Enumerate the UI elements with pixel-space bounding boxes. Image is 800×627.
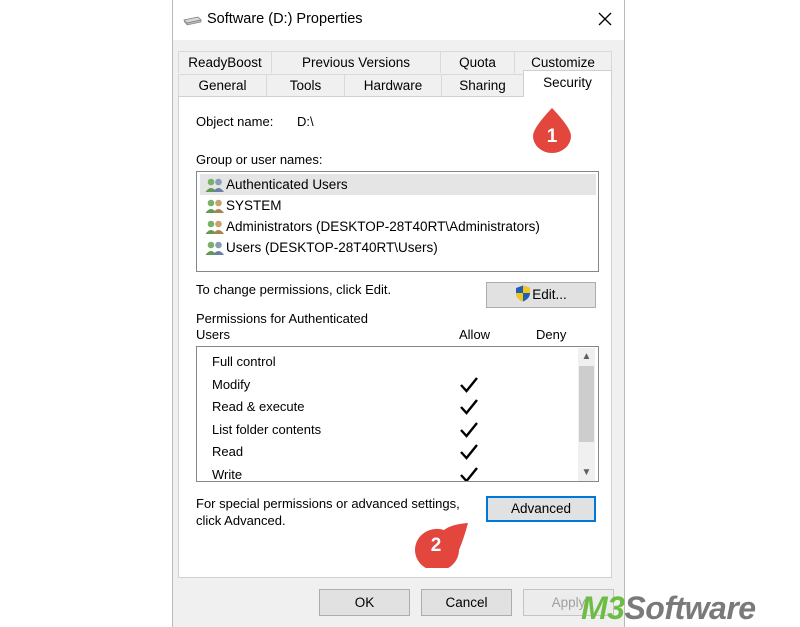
group-label: Group or user names: bbox=[196, 152, 323, 167]
permission-name: List folder contents bbox=[212, 422, 322, 437]
title-bar: Software (D:) Properties bbox=[173, 0, 624, 40]
user-item[interactable]: Administrators (DESKTOP-28T40RT\Administ… bbox=[200, 216, 596, 237]
marker-number: 1 bbox=[546, 126, 558, 147]
users-icon bbox=[205, 241, 224, 255]
security-panel: Object name: D:\ Group or user names: Au… bbox=[178, 96, 612, 578]
ok-button[interactable]: OK bbox=[319, 589, 410, 616]
tab-security[interactable]: Security bbox=[523, 70, 612, 97]
allow-check-icon bbox=[460, 377, 478, 393]
allow-check-icon bbox=[460, 467, 478, 481]
edit-label: Edit... bbox=[532, 287, 567, 302]
allow-check-icon bbox=[460, 399, 478, 415]
permissions-scrollbar[interactable]: ▲ ▼ bbox=[578, 348, 595, 481]
user-item[interactable]: Users (DESKTOP-28T40RT\Users) bbox=[200, 237, 596, 258]
tab-sharing[interactable]: Sharing bbox=[441, 74, 524, 96]
permissions-header-line1: Permissions for Authenticated bbox=[196, 311, 368, 326]
special-permissions-text-line2: click Advanced. bbox=[196, 513, 286, 528]
permission-name: Write bbox=[212, 467, 243, 482]
tab-hardware[interactable]: Hardware bbox=[344, 74, 442, 96]
close-icon bbox=[598, 12, 612, 26]
permission-name: Full control bbox=[212, 354, 276, 369]
window-title: Software (D:) Properties bbox=[207, 11, 363, 27]
allow-check-icon bbox=[460, 422, 478, 438]
users-icon bbox=[205, 199, 224, 213]
user-name: Administrators (DESKTOP-28T40RT\Administ… bbox=[226, 219, 540, 234]
uac-shield-icon bbox=[516, 285, 531, 302]
close-button[interactable] bbox=[593, 8, 617, 30]
tab-quota[interactable]: Quota bbox=[440, 51, 515, 73]
change-permissions-text: To change permissions, click Edit. bbox=[196, 282, 392, 297]
allow-header: Allow bbox=[459, 327, 491, 342]
m3-software-logo: M3Software bbox=[581, 590, 756, 627]
permissions-list: Full control Modify Read & execute List … bbox=[196, 346, 599, 482]
permission-name: Modify bbox=[212, 377, 251, 392]
user-list: Authenticated Users SYSTEM Administrator… bbox=[196, 171, 599, 272]
step-marker-2: 2 bbox=[414, 520, 470, 568]
allow-check-icon bbox=[460, 444, 478, 460]
cancel-button[interactable]: Cancel bbox=[421, 589, 512, 616]
users-icon bbox=[205, 220, 224, 234]
drive-icon bbox=[183, 16, 202, 26]
scroll-thumb[interactable] bbox=[579, 366, 594, 442]
logo-m3: M3 bbox=[581, 590, 625, 626]
properties-dialog: Software (D:) Properties ReadyBoost Prev… bbox=[172, 0, 625, 627]
object-name-value: D:\ bbox=[297, 114, 314, 129]
marker-number: 2 bbox=[430, 535, 442, 556]
permissions-header-line2: Users bbox=[196, 327, 230, 342]
tab-previous-versions[interactable]: Previous Versions bbox=[271, 51, 441, 73]
user-name: Authenticated Users bbox=[226, 177, 348, 192]
tab-tools[interactable]: Tools bbox=[266, 74, 345, 96]
tab-general[interactable]: General bbox=[178, 74, 267, 96]
scroll-up-icon[interactable]: ▲ bbox=[578, 348, 595, 365]
users-icon bbox=[205, 178, 224, 192]
logo-software: Software bbox=[624, 590, 756, 626]
user-item[interactable]: Authenticated Users bbox=[200, 174, 596, 195]
scroll-down-icon[interactable]: ▼ bbox=[578, 464, 595, 481]
special-permissions-text-line1: For special permissions or advanced sett… bbox=[196, 496, 460, 511]
step-marker-1: 1 bbox=[531, 106, 573, 154]
permission-name: Read & execute bbox=[212, 399, 305, 414]
edit-button[interactable]: Edit... bbox=[486, 282, 596, 308]
tab-readyboost[interactable]: ReadyBoost bbox=[178, 51, 272, 73]
permission-name: Read bbox=[212, 444, 244, 459]
object-name-label: Object name: bbox=[196, 114, 274, 129]
user-name: SYSTEM bbox=[226, 198, 282, 213]
advanced-button[interactable]: Advanced bbox=[486, 496, 596, 522]
user-item[interactable]: SYSTEM bbox=[200, 195, 596, 216]
deny-header: Deny bbox=[536, 327, 567, 342]
user-name: Users (DESKTOP-28T40RT\Users) bbox=[226, 240, 438, 255]
